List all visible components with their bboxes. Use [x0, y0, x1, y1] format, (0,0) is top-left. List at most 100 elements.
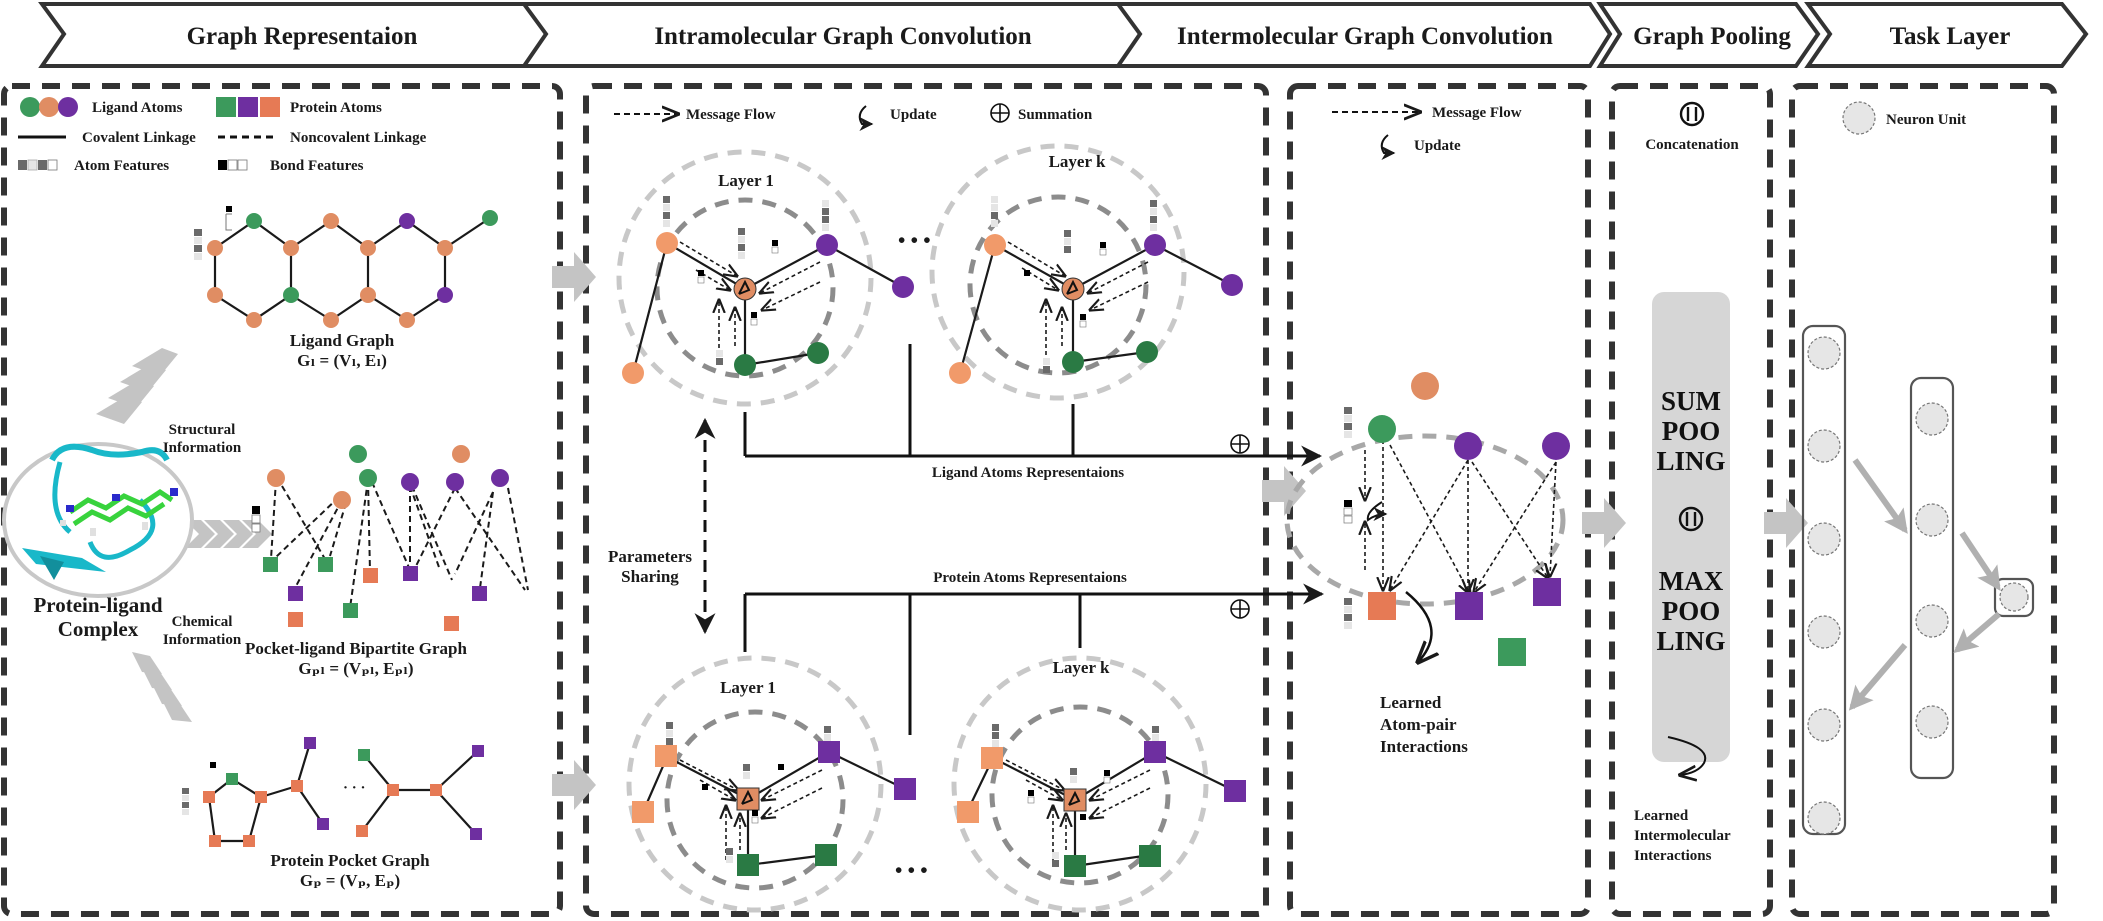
- neuron: [1807, 615, 1841, 649]
- complex-label-line1: Protein-ligand: [33, 593, 162, 617]
- pocket-graph-formula: Gₚ = (Vₚ, Eₚ): [300, 871, 400, 890]
- structural-info-line1: Structural: [169, 422, 236, 438]
- legend-summation: Summation: [1018, 107, 1093, 123]
- summation-icon: [990, 103, 1010, 123]
- protein-atom-orange-icon: [260, 97, 280, 117]
- ligand-graph-title: Ligand Graph: [290, 331, 395, 350]
- protein-ligand-complex-image: [2, 442, 194, 598]
- intermolecular-legend: Message Flow Update: [1332, 105, 1522, 160]
- summation-icon: [1230, 434, 1250, 454]
- legend-covalent: Covalent Linkage: [82, 130, 196, 146]
- legend-atom-features: Atom Features: [74, 158, 169, 174]
- bipartite-graph: Pocket-ligand Bipartite Graph Gₚₗ = (Vₚₗ…: [245, 445, 529, 678]
- learned-inter-line2: Intermolecular: [1634, 828, 1731, 844]
- stage-label: Intermolecular Graph Convolution: [1177, 23, 1553, 50]
- layer-connection-arrow-icon: [1959, 531, 2001, 591]
- concatenation-label: Concatenation: [1645, 137, 1739, 153]
- learned-atom-pair-line1: Learned: [1380, 693, 1442, 712]
- sum-pooling-line3: LING: [1656, 446, 1725, 476]
- stage-graph-pooling: Graph Pooling: [1596, 1, 1821, 68]
- stage-label: Intramolecular Graph Convolution: [654, 23, 1031, 50]
- layer-ellipsis-top: • • •: [898, 228, 931, 252]
- max-pooling-line1: MAX: [1659, 566, 1724, 596]
- update-icon: [1380, 134, 1396, 160]
- stage-label: Task Layer: [1890, 23, 2011, 50]
- max-pooling-line3: LING: [1656, 626, 1725, 656]
- hidden-layer-box-1: [1801, 324, 1847, 836]
- sum-pooling-line1: SUM: [1661, 386, 1721, 416]
- layer-k-label: Layer k: [1049, 152, 1106, 171]
- protein-pocket-graph: · · · Protein Pocket Graph Gₚ = (Vₚ, Eₚ): [182, 737, 484, 890]
- legend-update: Update: [1414, 138, 1461, 154]
- layer-k-label: Layer k: [1053, 658, 1110, 677]
- parameters-sharing-line1: Parameters: [608, 547, 692, 566]
- neuron-unit-label: Neuron Unit: [1886, 112, 1966, 128]
- representation-legend: Ligand Atoms Protein Atoms Covalent Link…: [18, 97, 427, 174]
- stage-intermolecular: Intermolecular Graph Convolution: [1114, 1, 1613, 68]
- ligand-graph: Ligand Graph Gₗ = (Vₗ, Eₗ): [194, 206, 498, 370]
- update-icon: [858, 105, 874, 131]
- legend-protein-atoms: Protein Atoms: [290, 100, 382, 116]
- pooling-block: [1652, 292, 1730, 762]
- protein-conv-layer-k: Layer k: [951, 655, 1246, 913]
- panel-intermolecular: [1287, 83, 1591, 917]
- layer-connection-arrow-icon: [1953, 611, 2001, 654]
- panel-intramolecular: [583, 83, 1269, 917]
- intermolecular-graph: [1284, 372, 1570, 666]
- learned-inter-line3: Interactions: [1634, 848, 1712, 864]
- chemical-info-line2: Information: [163, 632, 242, 648]
- pocket-graph-title: Protein Pocket Graph: [270, 851, 430, 870]
- ligand-graph-formula: Gₗ = (Vₗ, Eₗ): [297, 351, 387, 370]
- bond-feature-bar: [251, 506, 261, 533]
- ligand-conv-layer-k: Layer k: [929, 143, 1243, 401]
- max-pooling-line2: POO: [1662, 596, 1721, 626]
- stage-graph-representation: Graph Representaion: [38, 1, 571, 68]
- stage-header: Graph Representaion Intramolecular Graph…: [38, 1, 2089, 68]
- protein-repr-label: Protein Atoms Representaions: [933, 570, 1127, 586]
- neuron: [1807, 708, 1841, 742]
- ligand-atom-orange-icon: [39, 97, 59, 117]
- neuron: [1915, 402, 1949, 436]
- ligand-atom-purple-icon: [58, 97, 78, 117]
- pocket-ellipsis: · · ·: [343, 780, 366, 796]
- concatenation-icon: [1679, 101, 1705, 127]
- stage-label: Graph Pooling: [1633, 23, 1791, 50]
- bipartite-graph-formula: Gₚₗ = (Vₚₗ, Eₚₗ): [298, 659, 413, 678]
- summation-icon: [1230, 599, 1250, 619]
- protein-atom-green-icon: [216, 97, 236, 117]
- layer-1-label: Layer 1: [718, 171, 774, 190]
- sum-pooling-line2: POO: [1662, 416, 1721, 446]
- layer-ellipsis-bottom: • • •: [895, 858, 928, 882]
- chemical-info-line1: Chemical: [172, 614, 233, 630]
- panel-task: [1789, 83, 2057, 917]
- stage-intramolecular: Intramolecular Graph Convolution: [520, 1, 1153, 68]
- learned-atom-pair-line2: Atom-pair: [1380, 715, 1457, 734]
- complex-label-line2: Complex: [58, 617, 139, 641]
- atom-features-icon: [18, 159, 58, 171]
- chevron-arrows-up-icon: [96, 348, 178, 424]
- neuron: [1915, 503, 1949, 537]
- ligand-atom-green-icon: [20, 97, 40, 117]
- structural-info-line2: Information: [163, 440, 242, 456]
- architecture-diagram: Graph Representaion Intramolecular Graph…: [1, 1, 2089, 917]
- legend-update: Update: [890, 107, 937, 123]
- ligand-atoms: [207, 210, 498, 328]
- protein-atom-purple-icon: [238, 97, 258, 117]
- ligand-conv-layer-1: Layer 1: [616, 149, 914, 407]
- legend-message-flow: Message Flow: [1432, 105, 1522, 121]
- neuron: [1807, 429, 1841, 463]
- intramolecular-legend: Message Flow Update Summation: [614, 103, 1093, 131]
- neuron: [1807, 336, 1841, 370]
- bipartite-graph-title: Pocket-ligand Bipartite Graph: [245, 639, 467, 658]
- legend-ligand-atoms: Ligand Atoms: [92, 100, 183, 116]
- stage-label: Graph Representaion: [187, 23, 418, 50]
- layer-1-label: Layer 1: [720, 678, 776, 697]
- neuron: [1915, 604, 1949, 638]
- legend-message-flow: Message Flow: [686, 107, 776, 123]
- learned-inter-line1: Learned: [1634, 808, 1689, 824]
- neuron: [1807, 801, 1841, 835]
- bond-features-icon: [218, 159, 248, 171]
- layer-connection-arrow-icon: [1848, 643, 1908, 711]
- neuron: [1915, 705, 1949, 739]
- legend-bond-features: Bond Features: [270, 158, 364, 174]
